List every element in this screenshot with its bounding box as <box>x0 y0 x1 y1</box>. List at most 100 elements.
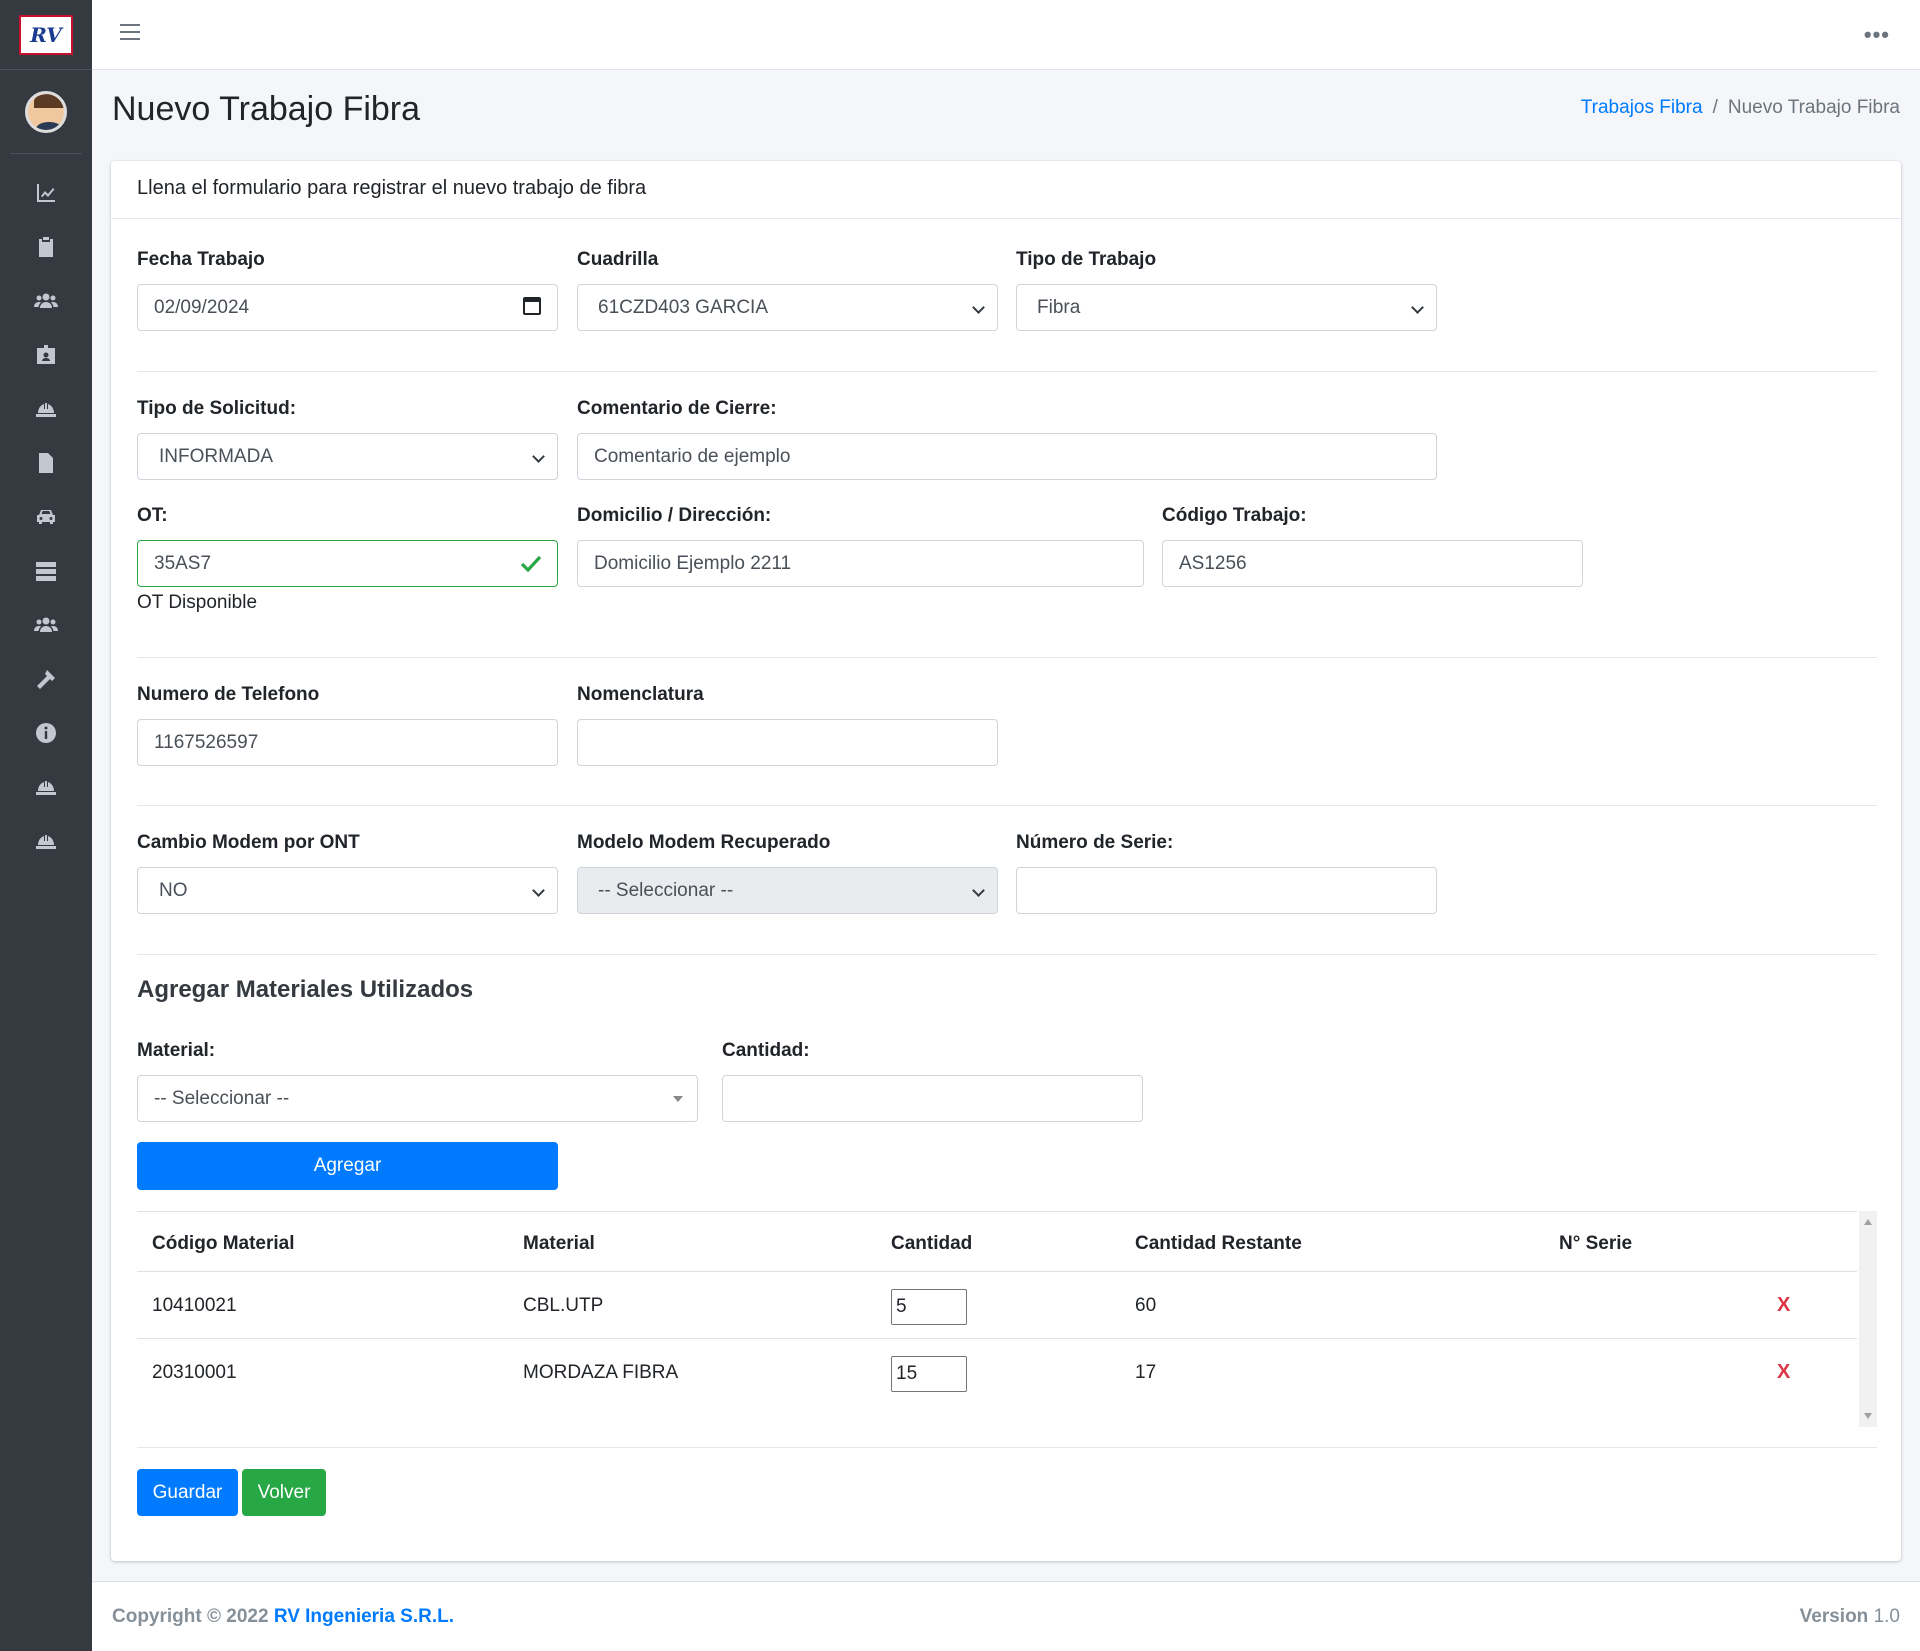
numero-serie-input[interactable] <box>1016 867 1437 914</box>
cambio-modem-select[interactable]: NO <box>137 867 558 914</box>
sidebar-item-dashboard[interactable] <box>0 166 92 220</box>
copyright-prefix: Copyright © 2022 <box>112 1606 274 1627</box>
divider <box>137 805 1877 806</box>
fecha-input[interactable]: 02/09/2024 <box>137 284 558 331</box>
agregar-button[interactable]: Agregar <box>137 1142 558 1190</box>
users-icon <box>34 293 58 308</box>
check-icon <box>520 555 542 573</box>
sidebar-item-server[interactable] <box>0 544 92 598</box>
menu-toggle-icon[interactable] <box>120 24 140 44</box>
domicilio-value: Domicilio Ejemplo 2211 <box>594 552 792 574</box>
more-options-icon[interactable]: ••• <box>1864 22 1890 48</box>
sidebar-item-hard-hat[interactable] <box>0 382 92 436</box>
sidebar-item-file[interactable] <box>0 436 92 490</box>
guardar-button[interactable]: Guardar <box>137 1469 238 1516</box>
telefono-label: Numero de Telefono <box>137 684 320 705</box>
comentario-label: Comentario de Cierre: <box>577 398 777 419</box>
table-scrollbar[interactable] <box>1859 1211 1877 1427</box>
domicilio-input[interactable]: Domicilio Ejemplo 2211 <box>577 540 1144 587</box>
ot-input[interactable]: 35AS7 <box>137 540 558 587</box>
column-header-serie: N° Serie <box>1559 1233 1633 1254</box>
sidebar-item-info[interactable] <box>0 706 92 760</box>
comentario-value: Comentario de ejemplo <box>594 445 791 467</box>
sidebar-item-users-group[interactable] <box>0 598 92 652</box>
column-header-restante: Cantidad Restante <box>1135 1233 1302 1254</box>
tipo-trabajo-value: Fibra <box>1037 296 1081 318</box>
comentario-input[interactable]: Comentario de ejemplo <box>577 433 1437 480</box>
nomenclatura-input[interactable] <box>577 719 998 766</box>
scroll-up-arrow-icon[interactable] <box>1864 1219 1872 1225</box>
company-link[interactable]: RV Ingenieria S.R.L. <box>274 1606 454 1627</box>
form-card: Llena el formulario para registrar el nu… <box>111 161 1901 1561</box>
company-logo[interactable]: RV <box>19 14 73 55</box>
sidebar-item-id-badge[interactable] <box>0 328 92 382</box>
nomenclatura-label: Nomenclatura <box>577 684 704 705</box>
file-icon <box>39 453 53 473</box>
divider <box>137 657 1877 658</box>
codigo-trabajo-value: AS1256 <box>1179 552 1247 574</box>
car-icon <box>37 510 55 524</box>
footer: Copyright © 2022 RV Ingenieria S.R.L. Ve… <box>92 1581 1920 1651</box>
cantidad-row-input[interactable]: 15 <box>891 1356 967 1392</box>
cantidad-row-input[interactable]: 5 <box>891 1289 967 1325</box>
cuadrilla-label: Cuadrilla <box>577 249 659 270</box>
delete-row-button[interactable]: X <box>1777 1294 1790 1317</box>
brand[interactable]: RV <box>0 0 92 70</box>
material-value: -- Seleccionar -- <box>154 1087 290 1109</box>
version-value: 1.0 <box>1873 1606 1900 1627</box>
delete-row-button[interactable]: X <box>1777 1361 1790 1384</box>
cantidad-input[interactable] <box>722 1075 1143 1122</box>
hard-hat-icon <box>36 403 56 417</box>
page-title: Nuevo Trabajo Fibra <box>112 90 421 128</box>
material-select[interactable]: -- Seleccionar -- <box>137 1075 698 1122</box>
fecha-label: Fecha Trabajo <box>137 249 265 270</box>
cell-codigo: 10410021 <box>152 1295 237 1316</box>
modelo-modem-label: Modelo Modem Recuperado <box>577 832 831 853</box>
volver-button[interactable]: Volver <box>242 1469 326 1516</box>
telefono-value: 1167526597 <box>154 731 259 753</box>
material-label: Material: <box>137 1040 216 1061</box>
tipo-solicitud-select[interactable]: INFORMADA <box>137 433 558 480</box>
divider <box>137 371 1877 372</box>
materiales-title: Agregar Materiales Utilizados <box>137 976 474 1003</box>
header-divider <box>137 1271 1857 1272</box>
hard-hat-icon <box>36 835 56 849</box>
telefono-input[interactable]: 1167526597 <box>137 719 558 766</box>
topbar: ••• <box>92 0 1920 70</box>
sidebar-item-hammer[interactable] <box>0 652 92 706</box>
scroll-down-arrow-icon[interactable] <box>1864 1413 1872 1419</box>
codigo-trabajo-label: Código Trabajo: <box>1162 505 1307 526</box>
cell-material: MORDAZA FIBRA <box>523 1362 679 1383</box>
version-label: Version <box>1799 1606 1869 1627</box>
id-badge-icon <box>37 345 55 364</box>
materiales-table: Código Material Material Cantidad Cantid… <box>137 1211 1877 1427</box>
cuadrilla-select[interactable]: 61CZD403 GARCIA <box>577 284 998 331</box>
breadcrumb-link-trabajos-fibra[interactable]: Trabajos Fibra <box>1581 97 1703 118</box>
codigo-trabajo-input[interactable]: AS1256 <box>1162 540 1583 587</box>
modelo-modem-select: -- Seleccionar -- <box>577 867 998 914</box>
info-circle-icon <box>36 723 56 743</box>
calendar-icon[interactable] <box>523 297 541 315</box>
sidebar-item-car[interactable] <box>0 490 92 544</box>
sidebar-item-hard-hat-3[interactable] <box>0 814 92 868</box>
cell-restante: 60 <box>1135 1295 1157 1316</box>
fecha-value: 02/09/2024 <box>154 296 250 318</box>
user-panel <box>10 70 82 154</box>
cuadrilla-value: 61CZD403 GARCIA <box>598 296 769 318</box>
version-info: Version 1.0 <box>1800 1606 1900 1628</box>
cell-codigo: 20310001 <box>152 1362 237 1383</box>
server-icon <box>36 562 56 581</box>
caret-down-icon <box>673 1096 683 1102</box>
tipo-trabajo-select[interactable]: Fibra <box>1016 284 1437 331</box>
copyright-text: Copyright © 2022 RV Ingenieria S.R.L. <box>112 1606 454 1628</box>
sidebar-item-clipboard[interactable] <box>0 220 92 274</box>
hammer-icon <box>37 670 55 689</box>
cell-material: CBL.UTP <box>523 1295 604 1316</box>
sidebar-item-users[interactable] <box>0 274 92 328</box>
domicilio-label: Domicilio / Dirección: <box>577 505 772 526</box>
chart-line-icon <box>37 184 55 202</box>
sidebar-item-hard-hat-2[interactable] <box>0 760 92 814</box>
users-group-icon <box>34 617 58 632</box>
user-avatar[interactable] <box>25 90 67 133</box>
tipo-solicitud-label: Tipo de Solicitud: <box>137 398 297 419</box>
